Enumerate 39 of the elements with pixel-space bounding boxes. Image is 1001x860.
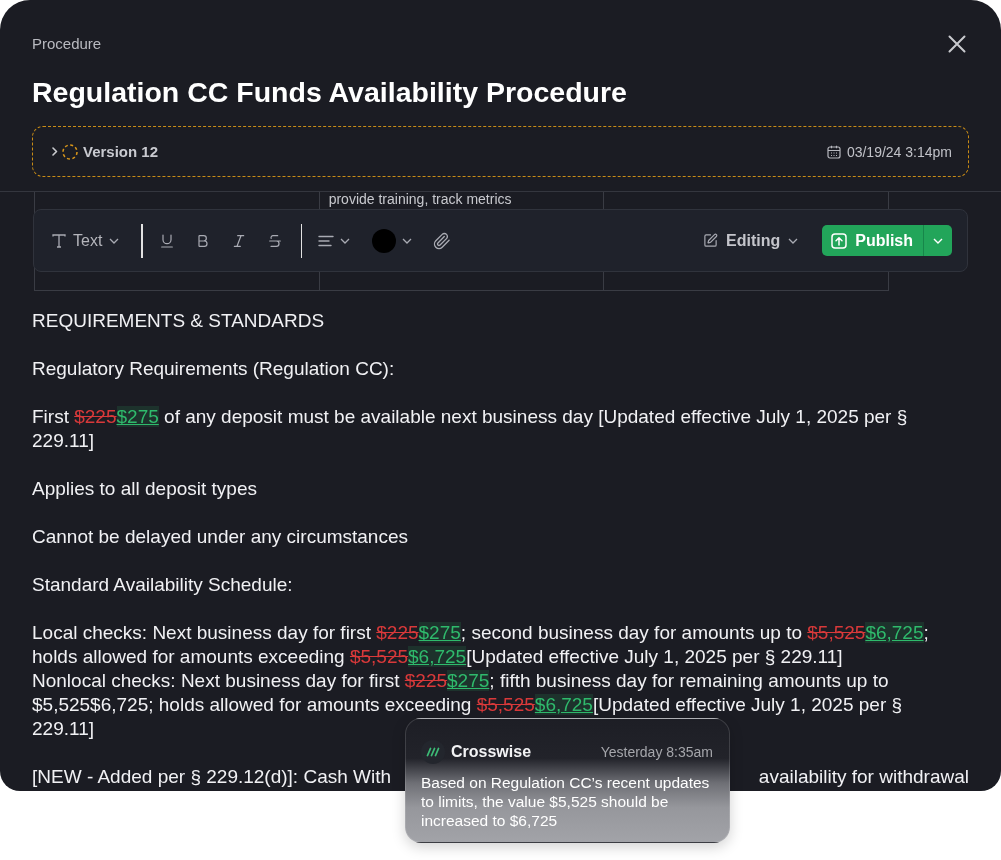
- close-button[interactable]: [948, 35, 966, 53]
- cell-text: provide training, track metrics: [328, 192, 513, 205]
- paragraph-text: Standard Availability Schedule:: [32, 573, 294, 597]
- notification-message: Based on Regulation CC’s recent updates to limits, the value $5,525 should be increased to $6,725: [421, 773, 711, 830]
- calendar-icon: [826, 144, 841, 159]
- notification-time: Yesterday 8:35am: [600, 744, 713, 760]
- text-type-icon: [52, 233, 66, 248]
- caret-icon: [340, 237, 351, 244]
- paragraph-text: availability for withdrawal: [758, 765, 969, 789]
- paperclip-icon: [433, 231, 452, 250]
- caret-icon: [788, 237, 799, 244]
- paragraph-text: REQUIREMENTS & STANDARDS: [32, 309, 326, 333]
- paragraph-text: [NEW - Added per § 229.12(d)]: Cash With: [32, 765, 392, 789]
- version-bar[interactable]: Version 12 03/19/24 3:14pm: [32, 126, 969, 177]
- version-label: Version 12: [83, 143, 159, 160]
- pencil-icon: [703, 233, 718, 248]
- caret-icon: [109, 237, 120, 244]
- notification-card[interactable]: Crosswise Yesterday 8:35am Based on Regulation CC’s recent updates to limits, the value $5,525 should be increased to $6,725: [405, 718, 730, 843]
- align-left-icon: [318, 234, 335, 247]
- paragraph-text: Applies to all deposit types: [32, 477, 258, 501]
- upload-icon: [831, 232, 848, 249]
- publish-menu-button[interactable]: [923, 225, 952, 256]
- paragraph-text: Cannot be delayed under any circumstances: [32, 525, 409, 549]
- close-icon: [948, 35, 966, 53]
- dashed-circle-icon: [62, 143, 78, 160]
- caret-icon: [402, 237, 413, 244]
- strikethrough-icon: [266, 232, 283, 249]
- color-swatch-icon: [372, 228, 397, 253]
- dialog-title: Regulation CC Funds Availability Procedure: [32, 75, 628, 110]
- mode-dropdown[interactable]: Editing: [703, 225, 799, 256]
- dialog-label: Procedure: [32, 34, 102, 54]
- notification-app-name: Crosswise: [451, 743, 532, 761]
- underline-icon: [158, 232, 175, 249]
- paragraph-text: First $225$275 of any deposit must be available next business day [Updated effective July 1, 2025 per § 229.11]: [32, 405, 909, 453]
- version-date: 03/19/24 3:14pm: [846, 143, 952, 160]
- paragraph-text: Regulatory Requirements (Regulation CC):: [32, 357, 396, 381]
- text-style-dropdown[interactable]: Text: [52, 225, 120, 256]
- paragraph-text: Local checks: Next business day for first $225$275; second business day for amounts up to $5,525$6,725; holds allowed for amounts exceeding $5,525$6,725[Updated effective July 1, 2025 per § 229.11]: [32, 621, 930, 669]
- caret-icon: [933, 237, 943, 244]
